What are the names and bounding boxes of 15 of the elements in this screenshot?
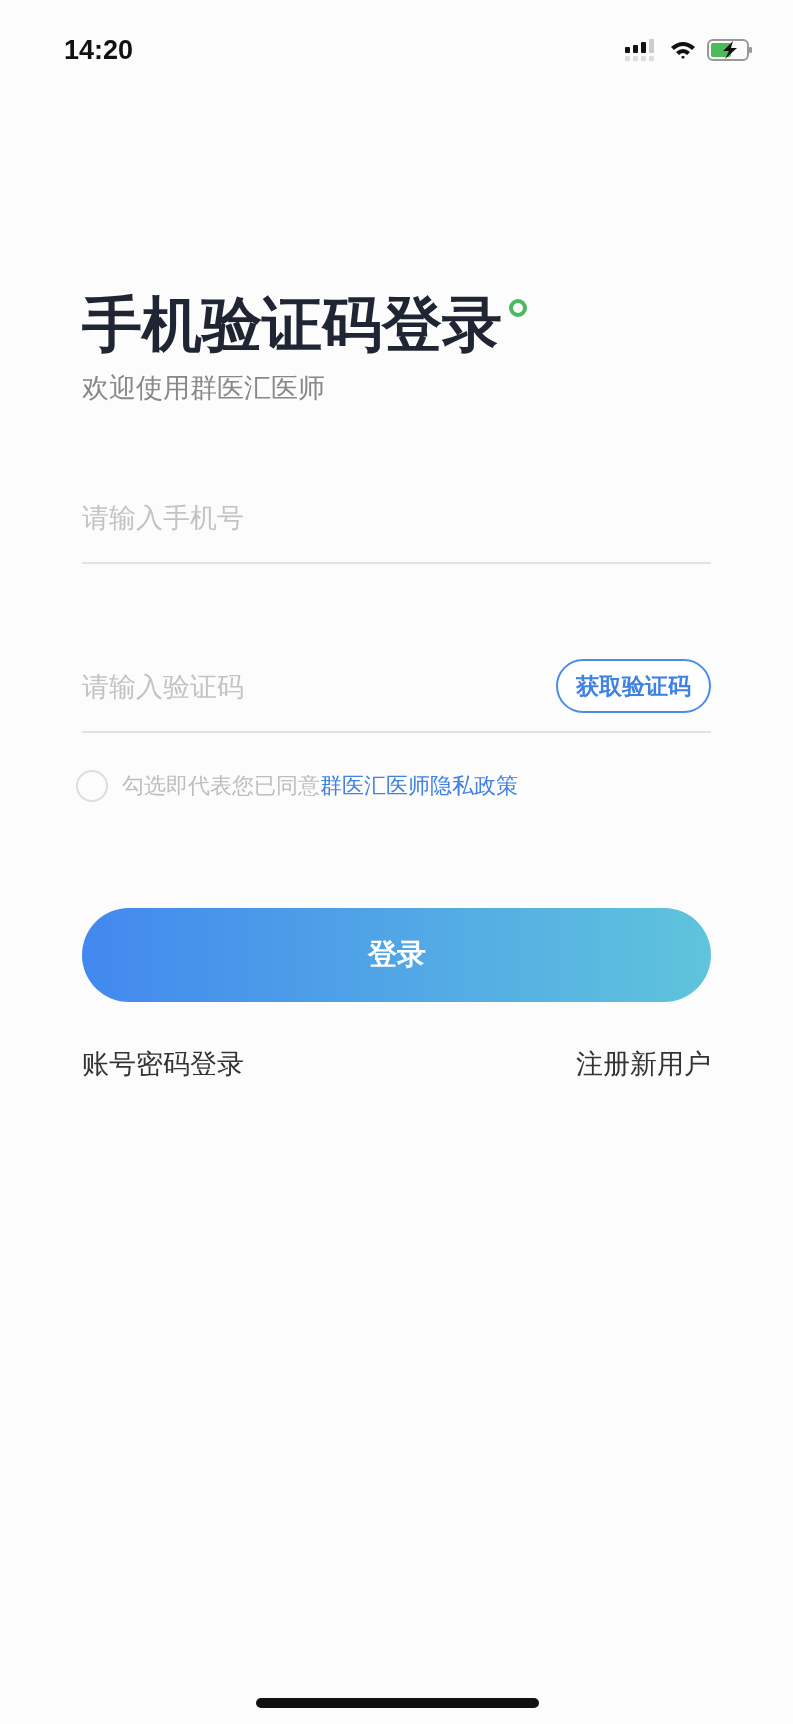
page-title: 手机验证码登录 <box>82 288 502 360</box>
code-field[interactable]: 请输入验证码 <box>82 670 342 702</box>
login-button[interactable]: 登录 <box>82 908 711 1002</box>
get-code-button[interactable]: 获取验证码 <box>556 659 711 713</box>
privacy-policy-link[interactable]: 群医汇医师隐私政策 <box>320 771 518 801</box>
wifi-icon <box>669 40 697 60</box>
text-link[interactable]: 账号密码登录 <box>82 1046 244 1082</box>
ring-icon <box>508 298 528 318</box>
status-time: 14:20 <box>64 34 134 66</box>
agreement-checkbox[interactable] <box>76 770 108 802</box>
phone-field[interactable]: 请输入手机号 <box>82 501 342 533</box>
battery-charging-icon <box>707 39 753 61</box>
subtitle: 欢迎使用群医汇医师 <box>82 371 326 405</box>
agreement-text: 勾选即代表您已同意 <box>122 772 320 800</box>
text-link[interactable]: 注册新用户 <box>576 1046 711 1082</box>
